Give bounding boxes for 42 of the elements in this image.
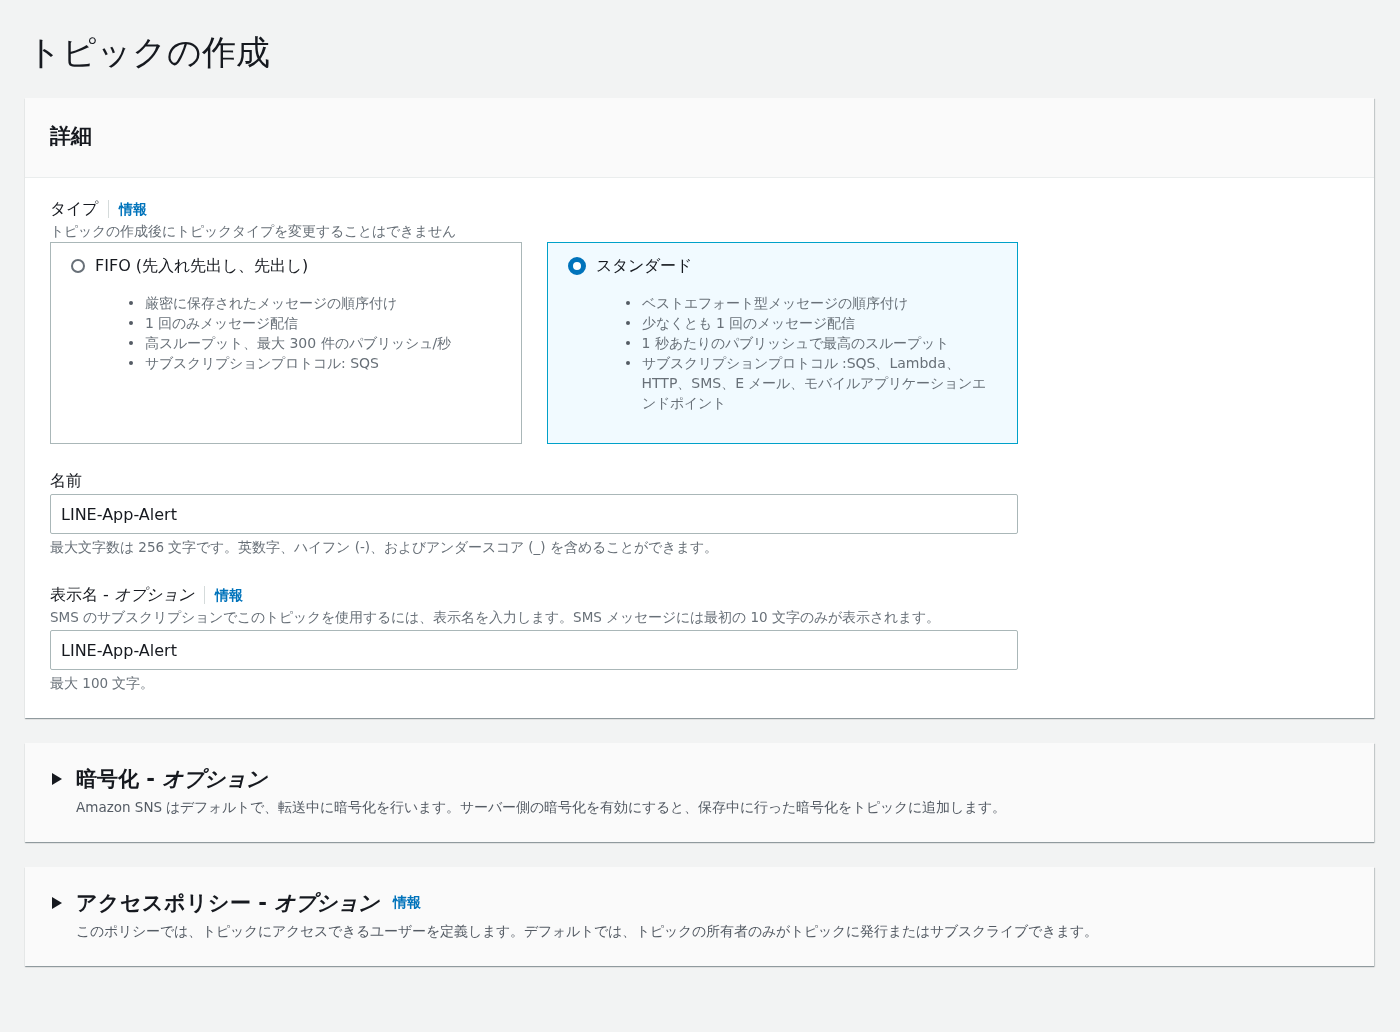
option-bullet: 1 回のみメッセージ配信 xyxy=(145,314,299,333)
info-link[interactable]: 情報 xyxy=(393,894,422,912)
bullet-icon xyxy=(129,361,133,365)
option-bullet: サブスクリプションプロトコル :SQS、Lambda、HTTP、SMS、E メール、モバイルアプリケーションエンドポイント xyxy=(641,354,988,413)
option-bullet: ベストエフォート型メッセージの順序付け xyxy=(641,294,908,313)
caret-icon[interactable] xyxy=(51,897,62,909)
page-title: トピックの作成 xyxy=(27,32,271,72)
info-link[interactable]: 情報 xyxy=(214,584,243,606)
field-label: タイプ xyxy=(50,198,98,220)
bullet-icon xyxy=(129,321,133,325)
type-option-tile[interactable]: FIFO (先入れ先出し、先出し) 厳密に保存されたメッセージの順序付け 1 回のみメッセージ配信 高スループット、最大 300 件のパブリッシュ/秒 サブスクリプションプロトコル: SQS xyxy=(50,242,522,444)
section-description: このポリシーでは、トピックにアクセスできるユーザーを定義します。デフォルトでは、トピックの所有者のみがトピックに発行またはサブスクライブできます。 xyxy=(76,922,1099,941)
panel-title: 詳細 xyxy=(50,123,93,150)
option-bullet: 少なくとも 1 回のメッセージ配信 xyxy=(641,314,856,333)
section-title[interactable]: アクセスポリシー - オプション xyxy=(76,889,380,917)
caret-icon[interactable] xyxy=(51,773,62,785)
display-name-input[interactable]: LINE-App-Alert xyxy=(50,630,1018,670)
option-bullet: 厳密に保存されたメッセージの順序付け xyxy=(145,294,397,313)
field-hint: 最大 100 文字。 xyxy=(50,674,156,693)
option-bullet: 1 秒あたりのパブリッシュで最高のスループット xyxy=(641,334,949,353)
section-title[interactable]: 暗号化 - オプション xyxy=(76,765,268,793)
type-option-tile[interactable]: スタンダード ベストエフォート型メッセージの順序付け 少なくとも 1 回のメッセージ配信 1 秒あたりのパブリッシュで最高のスループット サブスクリプションプロトコル :SQS、Lambda、HTTP、SMS、E メール、モバイルアプリケーションエンドポイント xyxy=(546,242,1018,444)
field-label: 名前 xyxy=(50,470,82,492)
option-bullet: サブスクリプションプロトコル: SQS xyxy=(145,354,379,373)
name-input[interactable]: LINE-App-Alert xyxy=(50,494,1018,534)
bullet-icon xyxy=(129,301,133,305)
bullet-icon xyxy=(625,361,630,365)
option-label: FIFO (先入れ先出し、先出し) xyxy=(95,255,309,277)
bullet-icon xyxy=(625,321,630,325)
bullet-icon xyxy=(625,341,630,345)
field-hint: 最大文字数は 256 文字です。英数字、ハイフン (-)、およびアンダースコア (_) を含めることができます。 xyxy=(50,538,719,557)
option-label: スタンダード xyxy=(595,255,692,277)
field-description: トピックの作成後にトピックタイプを変更することはできません xyxy=(50,222,457,241)
field-label: 表示名 - オプション xyxy=(50,584,194,606)
bullet-icon xyxy=(129,341,133,345)
section-description: Amazon SNS はデフォルトで、転送中に暗号化を行います。サーバー側の暗号化を有効にすると、保存中に行った暗号化をトピックに追加します。 xyxy=(76,798,1008,817)
radio-button[interactable] xyxy=(567,257,586,275)
radio-button[interactable] xyxy=(71,259,85,273)
bullet-icon xyxy=(625,301,630,305)
info-link[interactable]: 情報 xyxy=(119,198,147,220)
field-description: SMS のサブスクリプションでこのトピックを使用するには、表示名を入力します。SMS メッセージには最初の 10 文字のみが表示されます。 xyxy=(50,608,941,627)
option-bullet: 高スループット、最大 300 件のパブリッシュ/秒 xyxy=(145,334,452,353)
